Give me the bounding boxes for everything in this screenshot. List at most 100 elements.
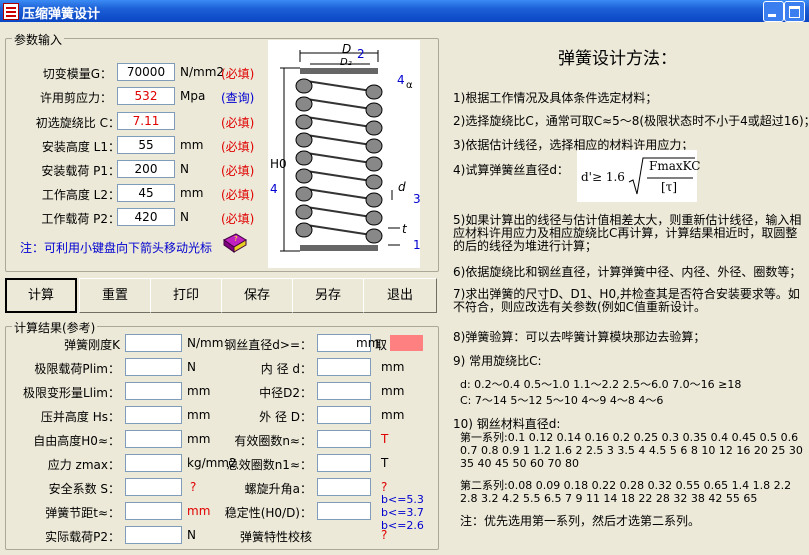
result-field[interactable] xyxy=(317,478,371,496)
param-input[interactable]: 200 xyxy=(117,160,175,178)
b-limit-2: b<=3.7 xyxy=(381,506,424,519)
param-input[interactable]: 7.11 xyxy=(117,112,175,130)
result-field[interactable] xyxy=(125,478,182,496)
result-label: 应力 zmax： xyxy=(47,458,120,472)
maximize-button[interactable] xyxy=(784,1,805,22)
result-label: 总效圈数n1≈： xyxy=(226,458,312,472)
method-title: 弹簧设计方法： xyxy=(558,49,677,69)
query-link[interactable]: (查询) xyxy=(221,89,254,106)
ratio-d-row: d: 0.2～0.4 0.5～1.0 1.1～2.2 2.5～6.0 7.0～1… xyxy=(460,378,742,391)
result-label: 螺旋升角a： xyxy=(244,482,312,496)
param-label: 安装高度 L1： xyxy=(41,140,120,154)
title-bar: 压缩弹簧设计 xyxy=(0,0,809,22)
required-tag: (必填) xyxy=(221,116,255,130)
b-limit-3: b<=2.6 xyxy=(381,519,424,532)
param-label: 工作载荷 P2： xyxy=(41,212,120,226)
action-buttons: 计算 重置 打印 保存 另存 退出 xyxy=(5,278,437,314)
result-field[interactable] xyxy=(125,358,182,376)
result-field[interactable] xyxy=(317,406,371,424)
wire-diameter-swatch xyxy=(390,335,423,351)
exit-button[interactable]: 退出 xyxy=(363,278,437,313)
minimize-button[interactable] xyxy=(763,1,784,22)
result-unit: mm xyxy=(187,504,211,518)
result-extra: ? xyxy=(190,480,197,494)
result-field[interactable] xyxy=(317,382,371,400)
result-field[interactable] xyxy=(317,454,371,472)
diagram-label-alpha: α xyxy=(406,80,413,91)
param-input[interactable]: 532 xyxy=(117,87,175,105)
result-unit: T xyxy=(381,432,389,446)
method-step-9: 9) 常用旋绕比C: xyxy=(453,354,542,368)
diagram-label-4-left: 4 xyxy=(270,182,278,196)
diameter-series-2: 第二系列:0.08 0.09 0.18 0.22 0.28 0.32 0.55 … xyxy=(460,479,792,505)
param-label: 工作高度 L2： xyxy=(41,188,120,202)
diameter-series-1: 第一系列:0.1 0.12 0.14 0.16 0.2 0.25 0.3 0.3… xyxy=(460,431,803,470)
result-unit: mm xyxy=(187,408,211,422)
required-tag: (必填) xyxy=(221,188,255,202)
required-tag: (必填) xyxy=(221,140,255,154)
app-icon xyxy=(3,3,19,20)
result-unit: ? xyxy=(381,480,388,494)
result-unit: mm xyxy=(381,360,405,374)
result-field[interactable] xyxy=(317,502,371,520)
result-field[interactable] xyxy=(317,358,371,376)
diagram-label-d: d xyxy=(398,180,406,194)
calc-button[interactable]: 计算 xyxy=(5,278,77,313)
ratio-c-row: C: 7～14 5～12 5～10 4～9 4～8 4～6 xyxy=(460,394,664,407)
diagram-label-H0: H0 xyxy=(270,157,287,171)
required-tag: (必填) xyxy=(221,212,255,226)
result-label: 外 径 D： xyxy=(259,410,312,424)
result-unit: N xyxy=(187,360,196,374)
param-unit: Mpa xyxy=(180,89,206,103)
result-unit: mm xyxy=(187,432,211,446)
diagram-label-t: t xyxy=(402,222,407,236)
result-label: 内 径 d： xyxy=(260,362,312,376)
b-limit-1: b<=5.3 xyxy=(381,493,424,506)
diagram-label-3: 3 xyxy=(413,192,421,206)
param-unit: mm xyxy=(180,138,204,152)
param-input[interactable]: 45 xyxy=(117,184,175,202)
param-label: 安装载荷 P1： xyxy=(41,164,120,178)
result-label: 极限载荷Plim： xyxy=(34,362,120,376)
result-field[interactable] xyxy=(125,406,182,424)
param-label: 切变模量G： xyxy=(42,67,112,81)
svg-text:?: ? xyxy=(234,235,238,243)
param-unit: N/mm2 xyxy=(180,65,225,79)
result-label: 稳定性(H0/D)： xyxy=(224,506,312,520)
param-input[interactable]: 55 xyxy=(117,136,175,154)
param-unit: N xyxy=(180,162,189,176)
result-field[interactable] xyxy=(125,502,182,520)
result-label: 弹簧节距t≈： xyxy=(45,506,120,520)
method-step-6: 6)依据旋绕比和钢丝直径，计算弹簧中径、内径、外径、圈数等； xyxy=(453,265,802,279)
series-note: 注：优先选用第一系列，然后才选第二系列。 xyxy=(460,514,701,528)
print-button[interactable]: 打印 xyxy=(150,278,222,313)
param-input[interactable]: 70000 xyxy=(117,63,175,81)
reset-button[interactable]: 重置 xyxy=(79,278,151,313)
result-field[interactable] xyxy=(125,430,182,448)
result-unit: mm xyxy=(187,384,211,398)
result-label: 自由高度H0≈： xyxy=(33,434,120,448)
result-field[interactable] xyxy=(125,382,182,400)
method-step-8: 8)弹簧验算：可以去哔簧计算模块那边去验算； xyxy=(453,330,706,344)
params-legend: 参数输入 xyxy=(12,31,65,48)
result-field[interactable] xyxy=(125,334,182,352)
required-tag: (必填) xyxy=(221,67,255,81)
required-tag: (必填) xyxy=(221,164,255,178)
formula-numerator: FmaxKC xyxy=(649,159,701,173)
param-input[interactable]: 420 xyxy=(117,208,175,226)
method-step-2: 2)选择旋绕比C，通常可取C≈5～8(极限状态时不小于4或超过16)； xyxy=(453,114,809,128)
result-field[interactable] xyxy=(125,526,182,544)
result-field[interactable] xyxy=(317,430,371,448)
result-unit: N xyxy=(187,528,196,542)
result-label: 弹簧刚度K xyxy=(64,338,120,352)
result-unit: mm xyxy=(381,408,405,422)
result-label: 实际载荷P2： xyxy=(45,530,120,544)
diagram-label-D: D xyxy=(342,42,352,56)
result-label: 安全系数 S： xyxy=(48,482,120,496)
save-button[interactable]: 保存 xyxy=(221,278,293,313)
help-book-icon[interactable]: ? xyxy=(222,232,248,254)
results-legend: 计算结果(参考) xyxy=(12,319,98,336)
keyboard-note: 注：可利用小键盘向下箭头移动光标 xyxy=(20,241,213,255)
saveas-button[interactable]: 另存 xyxy=(292,278,364,313)
result-field[interactable] xyxy=(125,454,182,472)
